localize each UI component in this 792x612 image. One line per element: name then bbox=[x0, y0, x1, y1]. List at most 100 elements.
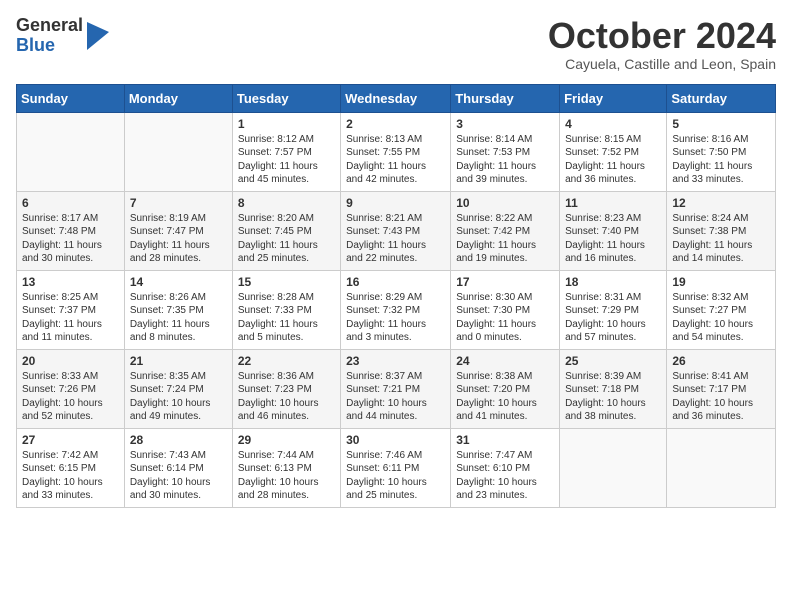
calendar-cell: 12 Sunrise: 8:24 AMSunset: 7:38 PMDayligh… bbox=[667, 191, 776, 270]
day-number: 30 bbox=[346, 433, 445, 447]
calendar-cell: 8Sunrise: 8:20 AMSunset: 7:45 PMDaylight… bbox=[232, 191, 340, 270]
day-info: Sunrise: 8:29 AMSunset: 7:32 PMDaylight:… bbox=[346, 292, 426, 344]
logo-text: General Blue bbox=[16, 16, 83, 56]
day-info: Sunrise: 8:35 AMSunset: 7:24 PMDaylight:… bbox=[130, 371, 211, 423]
day-info: Sunrise: 8:14 AMSunset: 7:53 PMDaylight:… bbox=[456, 134, 536, 186]
day-number: 12 bbox=[672, 196, 770, 210]
day-info: Sunrise: 8:22 AMSunset: 7:42 PMDaylight:… bbox=[456, 213, 536, 265]
calendar-table: SundayMondayTuesdayWednesdayThursdayFrid… bbox=[16, 84, 776, 508]
calendar-cell: 16Sunrise: 8:29 AMSunset: 7:32 PMDayligh… bbox=[341, 270, 451, 349]
calendar-cell bbox=[124, 112, 232, 191]
day-info: Sunrise: 8:33 AMSunset: 7:26 PMDaylight:… bbox=[22, 371, 103, 423]
calendar-cell: 11Sunrise: 8:23 AMSunset: 7:40 PMDayligh… bbox=[560, 191, 667, 270]
calendar-week-row: 1 Sunrise: 8:12 AMSunset: 7:57 PMDaylight… bbox=[17, 112, 776, 191]
day-info: Sunrise: 8:19 AMSunset: 7:47 PMDaylight:… bbox=[130, 213, 210, 265]
day-info: Sunrise: 8:30 AMSunset: 7:30 PMDaylight:… bbox=[456, 292, 536, 344]
day-info: Sunrise: 7:44 AMSunset: 6:13 PMDaylight:… bbox=[238, 450, 319, 502]
day-info: Sunrise: 8:36 AMSunset: 7:23 PMDaylight:… bbox=[238, 371, 319, 423]
page-header: General Blue October 2024 Cayuela, Casti… bbox=[16, 16, 776, 72]
day-number: 13 bbox=[22, 275, 119, 289]
calendar-cell: 10 Sunrise: 8:22 AMSunset: 7:42 PMDayligh… bbox=[451, 191, 560, 270]
day-info: Sunrise: 8:21 AMSunset: 7:43 PMDaylight:… bbox=[346, 213, 426, 265]
weekday-header: Wednesday bbox=[341, 84, 451, 112]
calendar-cell: 17 Sunrise: 8:30 AMSunset: 7:30 PMDayligh… bbox=[451, 270, 560, 349]
day-number: 7 bbox=[130, 196, 227, 210]
calendar-cell: 28 Sunrise: 7:43 AMSunset: 6:14 PMDayligh… bbox=[124, 428, 232, 507]
day-number: 24 bbox=[456, 354, 554, 368]
weekday-header: Sunday bbox=[17, 84, 125, 112]
day-number: 5 bbox=[672, 117, 770, 131]
day-number: 22 bbox=[238, 354, 335, 368]
day-info: Sunrise: 8:31 AMSunset: 7:29 PMDaylight:… bbox=[565, 292, 646, 344]
day-info: Sunrise: 8:25 AMSunset: 7:37 PMDaylight:… bbox=[22, 292, 102, 344]
weekday-header: Saturday bbox=[667, 84, 776, 112]
weekday-header-row: SundayMondayTuesdayWednesdayThursdayFrid… bbox=[17, 84, 776, 112]
day-number: 18 bbox=[565, 275, 661, 289]
day-info: Sunrise: 8:28 AMSunset: 7:33 PMDaylight:… bbox=[238, 292, 318, 344]
calendar-cell bbox=[17, 112, 125, 191]
weekday-header: Friday bbox=[560, 84, 667, 112]
calendar-cell: 25 Sunrise: 8:39 AMSunset: 7:18 PMDayligh… bbox=[560, 349, 667, 428]
calendar-week-row: 20 Sunrise: 8:33 AMSunset: 7:26 PMDayligh… bbox=[17, 349, 776, 428]
calendar-cell: 18 Sunrise: 8:31 AMSunset: 7:29 PMDayligh… bbox=[560, 270, 667, 349]
day-number: 26 bbox=[672, 354, 770, 368]
day-number: 31 bbox=[456, 433, 554, 447]
calendar-cell: 31 Sunrise: 7:47 AMSunset: 6:10 PMDayligh… bbox=[451, 428, 560, 507]
day-info: Sunrise: 8:12 AMSunset: 7:57 PMDaylight:… bbox=[238, 134, 318, 186]
calendar-cell: 2 Sunrise: 8:13 AMSunset: 7:55 PMDaylight… bbox=[341, 112, 451, 191]
day-number: 20 bbox=[22, 354, 119, 368]
day-number: 28 bbox=[130, 433, 227, 447]
logo-icon bbox=[87, 22, 109, 50]
day-number: 6 bbox=[22, 196, 119, 210]
day-info: Sunrise: 8:39 AMSunset: 7:18 PMDaylight:… bbox=[565, 371, 646, 423]
calendar-cell: 15 Sunrise: 8:28 AMSunset: 7:33 PMDayligh… bbox=[232, 270, 340, 349]
calendar-week-row: 6 Sunrise: 8:17 AMSunset: 7:48 PMDaylight… bbox=[17, 191, 776, 270]
calendar-cell: 27Sunrise: 7:42 AMSunset: 6:15 PMDayligh… bbox=[17, 428, 125, 507]
day-info: Sunrise: 8:41 AMSunset: 7:17 PMDaylight:… bbox=[672, 371, 753, 423]
day-info: Sunrise: 7:42 AMSunset: 6:15 PMDaylight:… bbox=[22, 450, 103, 502]
day-number: 15 bbox=[238, 275, 335, 289]
calendar-cell: 24 Sunrise: 8:38 AMSunset: 7:20 PMDayligh… bbox=[451, 349, 560, 428]
day-info: Sunrise: 8:26 AMSunset: 7:35 PMDaylight:… bbox=[130, 292, 210, 344]
day-info: Sunrise: 8:32 AMSunset: 7:27 PMDaylight:… bbox=[672, 292, 753, 344]
day-number: 10 bbox=[456, 196, 554, 210]
calendar-cell: 26 Sunrise: 8:41 AMSunset: 7:17 PMDayligh… bbox=[667, 349, 776, 428]
day-info: Sunrise: 7:43 AMSunset: 6:14 PMDaylight:… bbox=[130, 450, 211, 502]
day-info: Sunrise: 8:13 AMSunset: 7:55 PMDaylight:… bbox=[346, 134, 426, 186]
day-number: 17 bbox=[456, 275, 554, 289]
day-number: 23 bbox=[346, 354, 445, 368]
day-number: 25 bbox=[565, 354, 661, 368]
day-info: Sunrise: 8:37 AMSunset: 7:21 PMDaylight:… bbox=[346, 371, 427, 423]
calendar-cell: 6 Sunrise: 8:17 AMSunset: 7:48 PMDaylight… bbox=[17, 191, 125, 270]
calendar-cell: 3Sunrise: 8:14 AMSunset: 7:53 PMDaylight… bbox=[451, 112, 560, 191]
month-title: October 2024 bbox=[548, 16, 776, 56]
calendar-cell: 30Sunrise: 7:46 AMSunset: 6:11 PMDayligh… bbox=[341, 428, 451, 507]
weekday-header: Monday bbox=[124, 84, 232, 112]
calendar-cell: 14 Sunrise: 8:26 AMSunset: 7:35 PMDayligh… bbox=[124, 270, 232, 349]
logo: General Blue bbox=[16, 16, 109, 56]
day-info: Sunrise: 8:17 AMSunset: 7:48 PMDaylight:… bbox=[22, 213, 102, 265]
calendar-cell: 19 Sunrise: 8:32 AMSunset: 7:27 PMDayligh… bbox=[667, 270, 776, 349]
day-info: Sunrise: 8:15 AMSunset: 7:52 PMDaylight:… bbox=[565, 134, 645, 186]
day-number: 14 bbox=[130, 275, 227, 289]
calendar-cell bbox=[667, 428, 776, 507]
calendar-week-row: 13 Sunrise: 8:25 AMSunset: 7:37 PMDayligh… bbox=[17, 270, 776, 349]
day-info: Sunrise: 8:38 AMSunset: 7:20 PMDaylight:… bbox=[456, 371, 537, 423]
day-number: 9 bbox=[346, 196, 445, 210]
calendar-cell bbox=[560, 428, 667, 507]
logo-blue: Blue bbox=[16, 35, 55, 55]
calendar-cell: 9 Sunrise: 8:21 AMSunset: 7:43 PMDaylight… bbox=[341, 191, 451, 270]
calendar-cell: 1 Sunrise: 8:12 AMSunset: 7:57 PMDaylight… bbox=[232, 112, 340, 191]
calendar-cell: 23 Sunrise: 8:37 AMSunset: 7:21 PMDayligh… bbox=[341, 349, 451, 428]
day-number: 19 bbox=[672, 275, 770, 289]
weekday-header: Tuesday bbox=[232, 84, 340, 112]
calendar-cell: 7 Sunrise: 8:19 AMSunset: 7:47 PMDaylight… bbox=[124, 191, 232, 270]
title-block: October 2024 Cayuela, Castille and Leon,… bbox=[548, 16, 776, 72]
day-number: 4 bbox=[565, 117, 661, 131]
day-info: Sunrise: 8:23 AMSunset: 7:40 PMDaylight:… bbox=[565, 213, 645, 265]
day-number: 2 bbox=[346, 117, 445, 131]
day-number: 1 bbox=[238, 117, 335, 131]
day-info: Sunrise: 8:24 AMSunset: 7:38 PMDaylight:… bbox=[672, 213, 752, 265]
calendar-cell: 21Sunrise: 8:35 AMSunset: 7:24 PMDayligh… bbox=[124, 349, 232, 428]
day-info: Sunrise: 7:47 AMSunset: 6:10 PMDaylight:… bbox=[456, 450, 537, 502]
